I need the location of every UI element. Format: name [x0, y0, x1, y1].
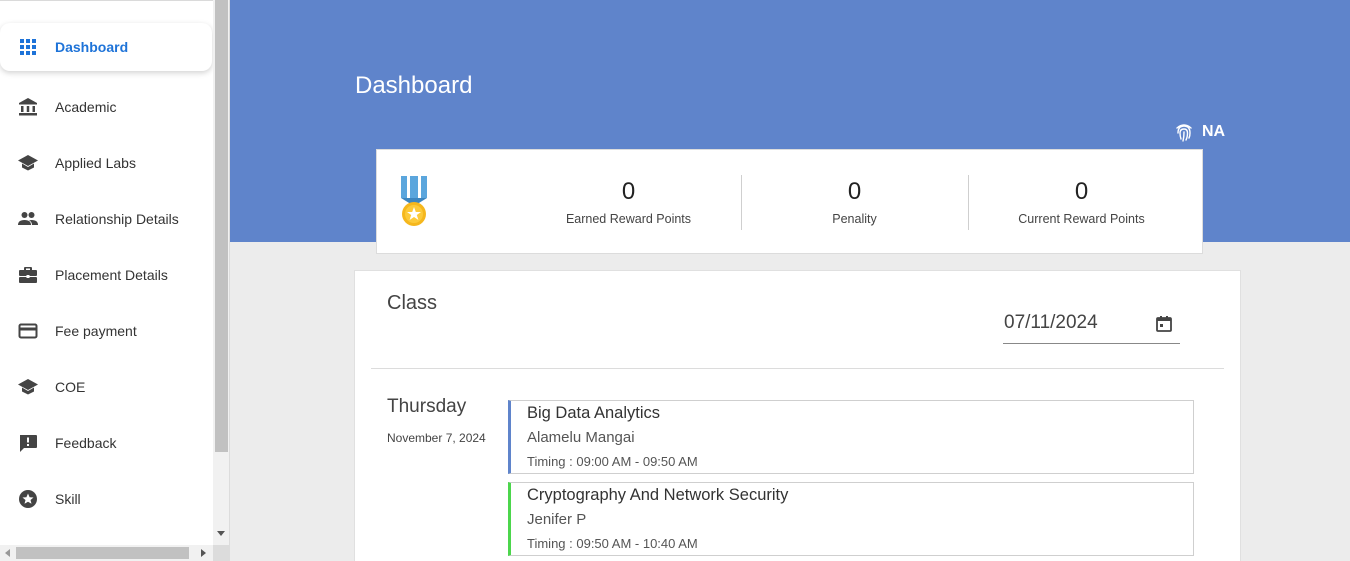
medal-icon	[401, 176, 427, 226]
fingerprint-icon	[1176, 124, 1192, 142]
current-reward-points-value: 0	[1074, 178, 1089, 205]
sidebar-item-skill[interactable]: Skill	[0, 475, 212, 523]
scroll-left-arrow-icon[interactable]	[5, 549, 10, 557]
sidebar-item-applied-labs[interactable]: Applied Labs	[0, 139, 212, 187]
day-date: November 7, 2024	[387, 431, 486, 445]
sidebar-item-label: Applied Labs	[55, 155, 136, 171]
class-schedule-card: Class 07/11/2024 Thursday November 7, 20…	[354, 270, 1241, 561]
session-faculty: Alamelu Mangai	[527, 429, 635, 446]
sidebar-item-label: COE	[55, 379, 86, 395]
sidebar-horizontal-scrollbar[interactable]	[0, 545, 213, 561]
sidebar-item-label: Skill	[55, 491, 81, 507]
earned-reward-points-value: 0	[621, 178, 636, 205]
session-subject: Big Data Analytics	[527, 404, 660, 422]
graduation-cap-icon	[17, 152, 39, 174]
current-reward-points-stat: 0 Current Reward Points	[968, 178, 1195, 226]
people-icon	[17, 208, 39, 230]
sidebar-item-label: Dashboard	[55, 39, 129, 55]
horizontal-scroll-thumb[interactable]	[16, 547, 189, 559]
class-session-item[interactable]: Cryptography And Network Security Jenife…	[508, 482, 1194, 556]
sidebar-item-label: Relationship Details	[55, 211, 179, 227]
sidebar-nav: Dashboard Academic Applied Labs Relation…	[0, 0, 213, 545]
user-menu[interactable]: NA	[1173, 121, 1225, 143]
sidebar-divider	[0, 0, 213, 1]
date-input-value[interactable]: 07/11/2024	[1004, 312, 1098, 334]
sidebar-item-label: Feedback	[55, 435, 117, 451]
session-timing: Timing : 09:00 AM - 09:50 AM	[527, 454, 698, 469]
earned-reward-points-label: Earned Reward Points	[565, 212, 692, 226]
sidebar: Dashboard Academic Applied Labs Relation…	[0, 0, 230, 561]
earned-reward-points-stat: 0 Earned Reward Points	[515, 178, 742, 226]
graduation-cap-icon	[17, 376, 39, 398]
briefcase-icon	[17, 264, 39, 286]
institution-icon	[17, 96, 39, 118]
sidebar-item-label: Fee payment	[55, 323, 137, 339]
sidebar-item-label: Placement Details	[55, 267, 168, 283]
sidebar-vertical-scrollbar[interactable]	[213, 0, 229, 545]
section-divider	[371, 368, 1224, 369]
grid-icon	[17, 36, 39, 58]
user-label: NA	[1202, 123, 1226, 140]
session-faculty: Jenifer P	[527, 511, 587, 528]
session-subject: Cryptography And Network Security	[527, 486, 789, 504]
page-title: Dashboard	[355, 72, 473, 99]
sidebar-item-label: Academic	[55, 99, 117, 115]
sidebar-item-placement-details[interactable]: Placement Details	[0, 251, 212, 299]
sidebar-item-fee-payment[interactable]: Fee payment	[0, 307, 212, 355]
penalty-stat: 0 Penality	[741, 178, 968, 226]
sidebar-item-dashboard[interactable]: Dashboard	[0, 23, 212, 71]
reward-points-card: 0 Earned Reward Points 0 Penality 0 Curr…	[376, 149, 1203, 254]
scroll-right-arrow-icon[interactable]	[201, 549, 206, 557]
class-title: Class	[387, 292, 438, 314]
sidebar-item-academic[interactable]: Academic	[0, 83, 212, 131]
calendar-icon[interactable]	[1155, 315, 1173, 333]
sidebar-item-coe[interactable]: COE	[0, 363, 212, 411]
vertical-scroll-thumb[interactable]	[215, 0, 228, 452]
class-session-item[interactable]: Big Data Analytics Alamelu Mangai Timing…	[508, 400, 1194, 474]
current-reward-points-label: Current Reward Points	[1018, 212, 1145, 226]
star-circle-icon	[17, 488, 39, 510]
session-timing: Timing : 09:50 AM - 10:40 AM	[527, 536, 698, 551]
credit-card-icon	[17, 320, 39, 342]
feedback-icon	[17, 432, 39, 454]
sidebar-item-relationship-details[interactable]: Relationship Details	[0, 195, 212, 243]
date-picker-field[interactable]: 07/11/2024	[1003, 309, 1180, 344]
scrollbar-corner	[213, 545, 229, 561]
sidebar-item-feedback[interactable]: Feedback	[0, 419, 212, 467]
penalty-value: 0	[847, 178, 862, 205]
scroll-down-arrow-icon[interactable]	[217, 531, 225, 536]
penalty-label: Penality	[832, 212, 877, 226]
day-name: Thursday	[387, 396, 467, 417]
